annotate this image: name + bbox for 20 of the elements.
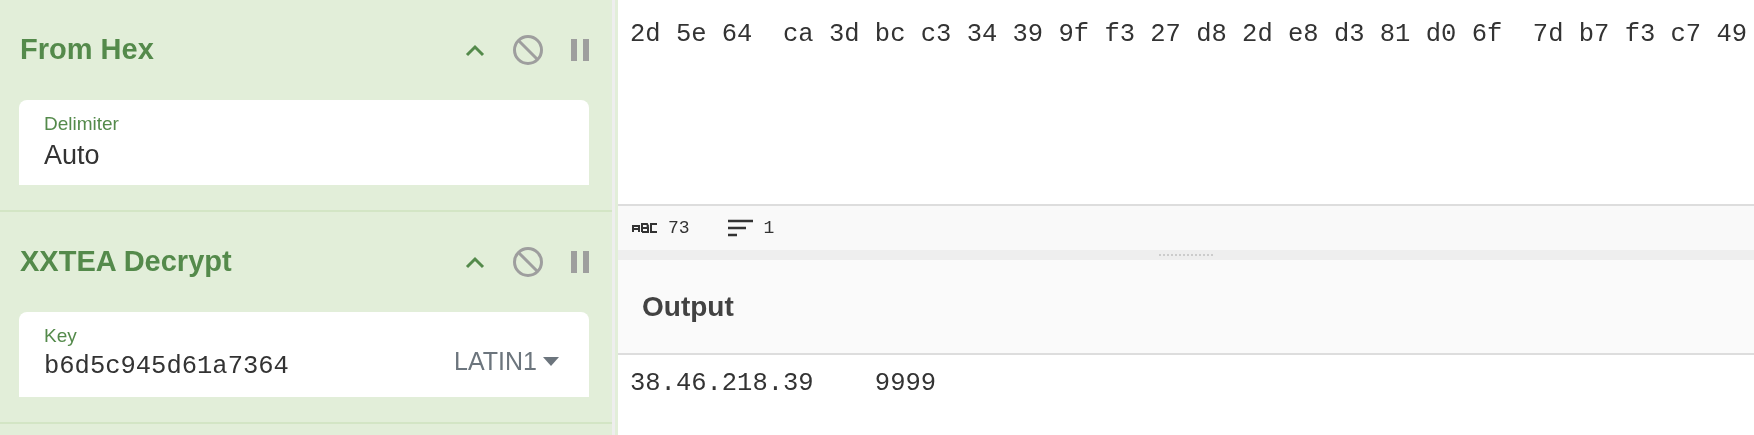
operation-title: XXTEA Decrypt <box>20 244 232 280</box>
output-heading: Output <box>642 289 734 324</box>
caret-icon <box>543 357 559 366</box>
length-count: 73 <box>668 216 690 240</box>
resize-handle[interactable] <box>1159 253 1213 257</box>
input-text[interactable]: 2d 5e 64 ca 3d bc c3 34 39 9f f3 27 d8 2d e8 d3 81 d0 6f 7d b7 f3 c7 49 <box>630 16 1754 55</box>
disable-icon[interactable] <box>512 34 544 66</box>
line-count: 1 <box>763 216 775 240</box>
pause-icon[interactable] <box>570 38 590 62</box>
operation-title: From Hex <box>20 32 154 68</box>
output-text: 38.46.218.39 9999 <box>630 368 938 400</box>
text-length-icon <box>632 223 658 233</box>
key-field[interactable]: Key b6d5c945d61a7364 LATIN1 <box>19 312 589 397</box>
encoding-dropdown[interactable]: LATIN1 <box>454 342 559 381</box>
pause-icon[interactable] <box>570 250 590 274</box>
disable-icon[interactable] <box>512 246 544 278</box>
lines-icon <box>727 218 754 238</box>
delimiter-field[interactable]: Delimiter Auto <box>19 100 589 185</box>
collapse-icon[interactable] <box>464 43 486 57</box>
collapse-icon[interactable] <box>464 255 486 269</box>
